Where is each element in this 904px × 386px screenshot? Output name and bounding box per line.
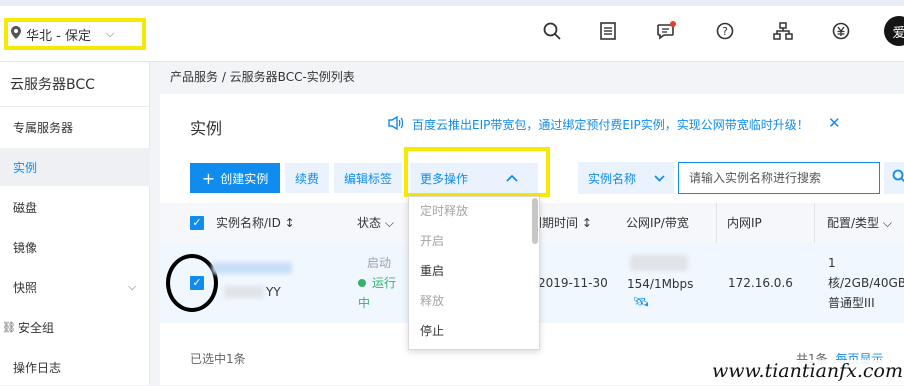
- status-top: 启动: [367, 256, 392, 270]
- status-running: 运行: [358, 274, 396, 292]
- filter-select-label: 实例名称: [588, 171, 637, 186]
- sidebar-item-label: 专属服务器: [13, 120, 74, 135]
- column-header-public-ip: 公网IP/带宽: [626, 214, 689, 231]
- menu-item-release: 释放: [420, 294, 445, 308]
- config-line-3: 普通型III: [828, 296, 875, 310]
- more-ops-button[interactable]: 更多操作: [410, 163, 538, 193]
- sidebar: 云服务器BCC 专属服务器 实例 磁盘 镜像 快照 ⌵ ⛓ 安全组 操作日志: [0, 62, 150, 385]
- edit-tags-label: 编辑标签: [343, 171, 392, 186]
- currency-icon[interactable]: [830, 20, 852, 42]
- instance-id-suffix: YY: [266, 285, 281, 299]
- sidebar-item-label: 磁盘: [13, 200, 38, 215]
- menu-item-scheduled-release: 定时释放: [420, 204, 469, 218]
- column-header-label: 内网IP: [727, 216, 762, 230]
- renew-label: 续费: [294, 171, 319, 186]
- breadcrumb: 产品服务 / 云服务器BCC-实例列表: [170, 70, 355, 84]
- region-selector[interactable]: 华北 - 保定 ⌵: [4, 18, 146, 50]
- notice-banner: 百度云推出EIP带宽包，通过绑定预付费EIP实例，实现公网带宽临时升级！: [388, 115, 809, 133]
- search-input[interactable]: [678, 162, 880, 194]
- sidebar-item-security-group[interactable]: ⛓ 安全组: [0, 308, 150, 346]
- sidebar-item-dedicated-server[interactable]: 专属服务器: [0, 108, 150, 146]
- status-dot-icon: [358, 279, 366, 287]
- notice-text: 百度云推出EIP带宽包，通过绑定预付费EIP实例，实现公网带宽临时升级！: [412, 118, 809, 132]
- sort-icon: ↕: [581, 216, 592, 230]
- network-icon[interactable]: [772, 20, 794, 42]
- column-header-label: 公网IP/带宽: [626, 216, 689, 230]
- filter-select[interactable]: 实例名称: [578, 162, 674, 194]
- sidebar-item-label: 镜像: [13, 240, 38, 255]
- sidebar-title: 云服务器BCC: [10, 77, 95, 93]
- link-icon: ⛓: [2, 320, 16, 334]
- help-icon[interactable]: ?: [714, 20, 736, 42]
- create-instance-label: 创建实例: [220, 171, 269, 186]
- column-header-config[interactable]: 配置/类型 ⌵: [827, 214, 892, 231]
- close-icon[interactable]: ✕: [828, 114, 841, 132]
- search-icon[interactable]: [541, 20, 563, 42]
- svg-text:?: ?: [722, 25, 728, 38]
- annotation-circle: [166, 254, 218, 312]
- sidebar-item-snapshots[interactable]: 快照 ⌵: [0, 268, 150, 306]
- select-all-checkbox[interactable]: ✓: [190, 216, 204, 230]
- more-ops-label: 更多操作: [420, 171, 469, 186]
- sidebar-item-label: 实例: [13, 160, 38, 175]
- private-ip: 172.16.0.6: [728, 276, 793, 290]
- menu-item-stop[interactable]: 停止: [420, 322, 444, 339]
- sidebar-item-instances[interactable]: 实例: [0, 148, 150, 186]
- location-pin-icon: [11, 25, 21, 43]
- menu-item-start: 开启: [420, 234, 445, 248]
- bandwidth: 154/1Mbps: [627, 277, 694, 291]
- speaker-icon: [388, 115, 404, 133]
- column-header-label: 实例名称/ID: [216, 216, 281, 230]
- renew-button[interactable]: 续费: [285, 163, 329, 193]
- sidebar-item-label: 操作日志: [13, 360, 62, 375]
- checkmark-icon: ✓: [192, 216, 202, 229]
- chevron-up-icon: [506, 171, 518, 185]
- create-instance-button[interactable]: + 创建实例: [190, 163, 280, 193]
- sidebar-item-operation-log[interactable]: 操作日志: [0, 348, 150, 386]
- instance-name-link-redacted[interactable]: [212, 262, 292, 274]
- browser-tab-strip: [0, 0, 904, 6]
- expire-date: 2019-11-30: [538, 276, 608, 290]
- plus-icon: +: [201, 168, 216, 188]
- public-ip-redacted: [630, 255, 688, 271]
- config-line-2: 核/2GB/40GB/: [828, 276, 904, 290]
- column-divider: [716, 203, 717, 243]
- column-header-label: 状态: [357, 216, 382, 230]
- column-header-private-ip: 内网IP: [727, 214, 762, 231]
- sidebar-item-label: 快照: [13, 280, 38, 295]
- filter-chevron-icon: ⌵: [882, 216, 892, 230]
- sidebar-divider: [0, 106, 150, 107]
- search-icon: [892, 169, 904, 187]
- instance-id-redacted: [224, 286, 264, 298]
- filter-chevron-icon: ⌵: [384, 216, 394, 230]
- chevron-down-icon: ⌵: [128, 280, 137, 293]
- status-running-2: 中: [358, 296, 371, 310]
- watermark: www.tiantianfx.com: [708, 360, 904, 382]
- sort-icon: ↕: [284, 216, 295, 230]
- chevron-down-icon: [654, 171, 665, 185]
- more-ops-dropdown: 定时释放 开启 重启 释放 停止: [408, 196, 540, 350]
- document-icon[interactable]: [597, 20, 619, 42]
- selected-count: 已选中1条: [190, 352, 246, 366]
- edit-tags-button[interactable]: 编辑标签: [334, 163, 402, 193]
- config-line-1: 1: [828, 256, 836, 270]
- satellite-icon[interactable]: 🛰: [633, 295, 650, 310]
- column-header-label: 配置/类型: [827, 216, 880, 230]
- chevron-down-icon: ⌵: [105, 27, 115, 40]
- chat-icon[interactable]: [655, 20, 677, 42]
- region-label: 华北 - 保定: [26, 28, 91, 44]
- status-running-label: 运行: [372, 276, 397, 290]
- dropdown-scrollbar[interactable]: [532, 198, 538, 244]
- column-divider: [814, 203, 815, 243]
- menu-item-restart[interactable]: 重启: [420, 262, 444, 279]
- sidebar-item-images[interactable]: 镜像: [0, 228, 150, 266]
- column-header-name[interactable]: 实例名称/ID ↕: [216, 214, 295, 231]
- sidebar-item-label: 安全组: [17, 320, 54, 335]
- search-button[interactable]: [884, 162, 904, 194]
- column-header-status[interactable]: 状态 ⌵: [357, 214, 394, 231]
- page-title: 实例: [190, 119, 223, 138]
- sidebar-item-disks[interactable]: 磁盘: [0, 188, 150, 226]
